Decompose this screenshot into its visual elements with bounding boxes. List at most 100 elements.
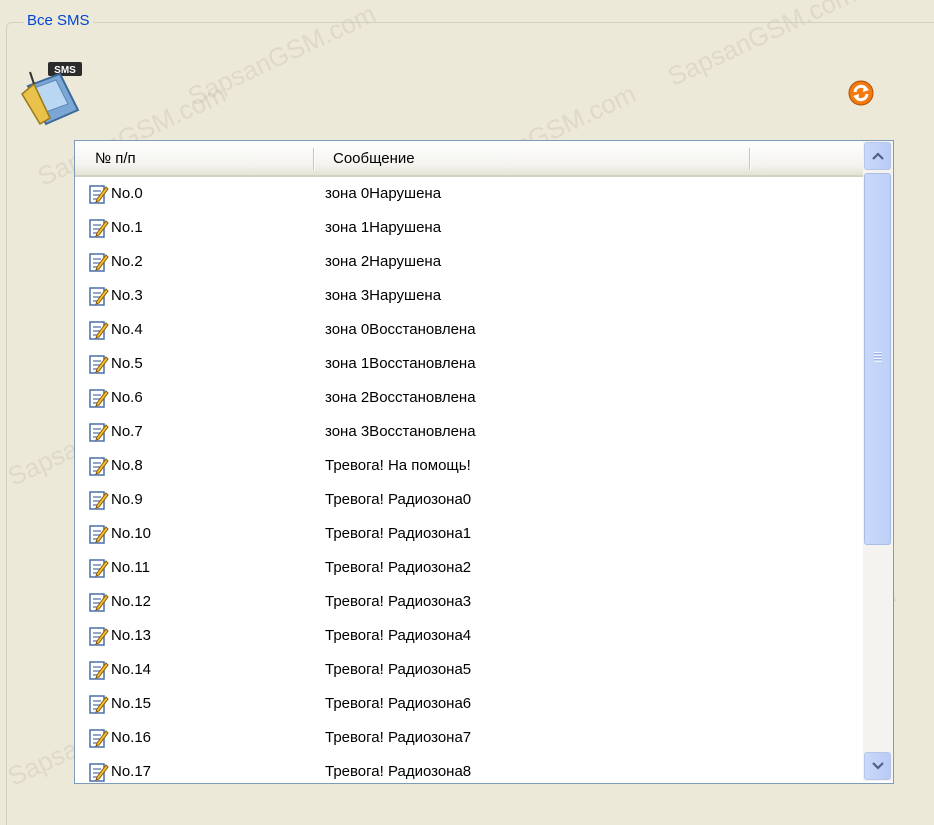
row-number: No.9 (89, 483, 143, 517)
row-number: No.4 (89, 313, 143, 347)
row-number: No.1 (89, 211, 143, 245)
row-number: No.2 (89, 245, 143, 279)
row-number-label: No.8 (111, 457, 143, 474)
edit-note-icon (89, 729, 109, 748)
row-message: Тревога! Радиозона6 (325, 695, 472, 712)
column-divider[interactable] (749, 148, 750, 170)
table-row[interactable]: No.4 зона 0Восстановлена (75, 313, 863, 347)
edit-note-icon (89, 219, 109, 238)
row-number: No.12 (89, 585, 151, 619)
table-row[interactable]: No.7 зона 3Восстановлена (75, 415, 863, 449)
table-row[interactable]: No.12 Тревога! Радиозона3 (75, 585, 863, 619)
edit-note-icon (89, 321, 109, 340)
row-number-label: No.15 (111, 695, 152, 712)
edit-note-icon (89, 185, 109, 204)
row-number-label: No.5 (111, 355, 143, 372)
edit-note-icon (89, 559, 109, 578)
row-number: No.16 (89, 721, 151, 755)
row-number-label: No.4 (111, 321, 143, 338)
list-rows: No.0 зона 0Нарушена No.1 зона 1Нарушена No.2… (75, 177, 863, 783)
refresh-icon[interactable] (848, 80, 874, 106)
row-number-label: No.7 (111, 423, 143, 440)
row-number: No.15 (89, 687, 151, 721)
row-number-label: No.3 (111, 287, 143, 304)
row-message: зона 2Нарушена (325, 253, 442, 270)
row-number-label: No.6 (111, 389, 143, 406)
scroll-down-button[interactable] (864, 752, 891, 780)
row-message: Тревога! Радиозона0 (325, 491, 472, 508)
row-number-label: No.12 (111, 593, 152, 610)
row-number: No.3 (89, 279, 143, 313)
table-row[interactable]: No.10 Тревога! Радиозона1 (75, 517, 863, 551)
row-message: зона 1Восстановлена (325, 355, 476, 372)
scroll-up-button[interactable] (864, 142, 891, 170)
row-number: No.6 (89, 381, 143, 415)
chevron-down-icon (871, 762, 884, 770)
row-message: зона 1Нарушена (325, 219, 442, 236)
table-row[interactable]: No.0 зона 0Нарушена (75, 177, 863, 211)
row-number-label: No.14 (111, 661, 152, 678)
scroll-thumb[interactable] (864, 173, 891, 545)
edit-note-icon (89, 763, 109, 782)
row-number: No.17 (89, 755, 152, 783)
row-message: зона 0Нарушена (325, 185, 442, 202)
table-row[interactable]: No.15 Тревога! Радиозона6 (75, 687, 863, 721)
row-message: Тревога! Радиозона1 (325, 525, 472, 542)
table-row[interactable]: No.9 Тревога! Радиозона0 (75, 483, 863, 517)
table-row[interactable]: No.2 зона 2Нарушена (75, 245, 863, 279)
table-row[interactable]: No.17 Тревога! Радиозона8 (75, 755, 863, 783)
vertical-scrollbar[interactable] (863, 141, 893, 781)
row-message: Тревога! Радиозона7 (325, 729, 472, 746)
edit-note-icon (89, 695, 109, 714)
row-message: зона 3Восстановлена (325, 423, 476, 440)
row-message: Тревога! Радиозона5 (325, 661, 472, 678)
edit-note-icon (89, 661, 109, 680)
edit-note-icon (89, 287, 109, 306)
row-number: No.13 (89, 619, 151, 653)
edit-note-icon (89, 253, 109, 272)
table-row[interactable]: No.8 Тревога! На помощь! (75, 449, 863, 483)
row-message: Тревога! Радиозона8 (325, 763, 472, 780)
row-number-label: No.13 (111, 627, 152, 644)
sms-phone-icon: SMS (20, 60, 86, 126)
edit-note-icon (89, 355, 109, 374)
row-number: No.10 (89, 517, 151, 551)
table-row[interactable]: No.3 зона 3Нарушена (75, 279, 863, 313)
table-row[interactable]: No.13 Тревога! Радиозона4 (75, 619, 863, 653)
row-number-label: No.1 (111, 219, 143, 236)
table-row[interactable]: No.5 зона 1Восстановлена (75, 347, 863, 381)
edit-note-icon (89, 389, 109, 408)
edit-note-icon (89, 593, 109, 612)
row-number-label: No.10 (111, 525, 152, 542)
table-row[interactable]: No.16 Тревога! Радиозона7 (75, 721, 863, 755)
row-number-label: No.2 (111, 253, 143, 270)
row-message: Тревога! Радиозона3 (325, 593, 472, 610)
row-message: зона 3Нарушена (325, 287, 442, 304)
table-row[interactable]: No.14 Тревога! Радиозона5 (75, 653, 863, 687)
edit-note-icon (89, 627, 109, 646)
row-message: Тревога! На помощь! (325, 457, 471, 474)
column-header-message[interactable]: Сообщение (313, 141, 749, 175)
row-message: Тревога! Радиозона2 (325, 559, 472, 576)
list-header: № п/п Сообщение (75, 141, 863, 177)
group-title: Все SMS (24, 12, 93, 29)
row-number: No.5 (89, 347, 143, 381)
row-number: No.11 (89, 551, 150, 585)
table-row[interactable]: No.6 зона 2Восстановлена (75, 381, 863, 415)
edit-note-icon (89, 525, 109, 544)
row-message: зона 0Восстановлена (325, 321, 476, 338)
row-number-label: No.11 (111, 559, 150, 576)
table-row[interactable]: No.11 Тревога! Радиозона2 (75, 551, 863, 585)
row-number-label: No.17 (111, 763, 152, 780)
edit-note-icon (89, 423, 109, 442)
sms-panel: SapsanGSM.com SapsanGSM.com SapsanGSM.co… (0, 0, 934, 825)
row-message: зона 2Восстановлена (325, 389, 476, 406)
table-row[interactable]: No.1 зона 1Нарушена (75, 211, 863, 245)
column-header-number[interactable]: № п/п (75, 141, 313, 175)
row-number: No.0 (89, 177, 143, 211)
sms-list[interactable]: № п/п Сообщение No.0 зона 0Нарушена No.1 зо… (74, 140, 894, 784)
row-number: No.7 (89, 415, 143, 449)
chevron-up-icon (871, 152, 884, 160)
row-message: Тревога! Радиозона4 (325, 627, 472, 644)
row-number: No.14 (89, 653, 151, 687)
